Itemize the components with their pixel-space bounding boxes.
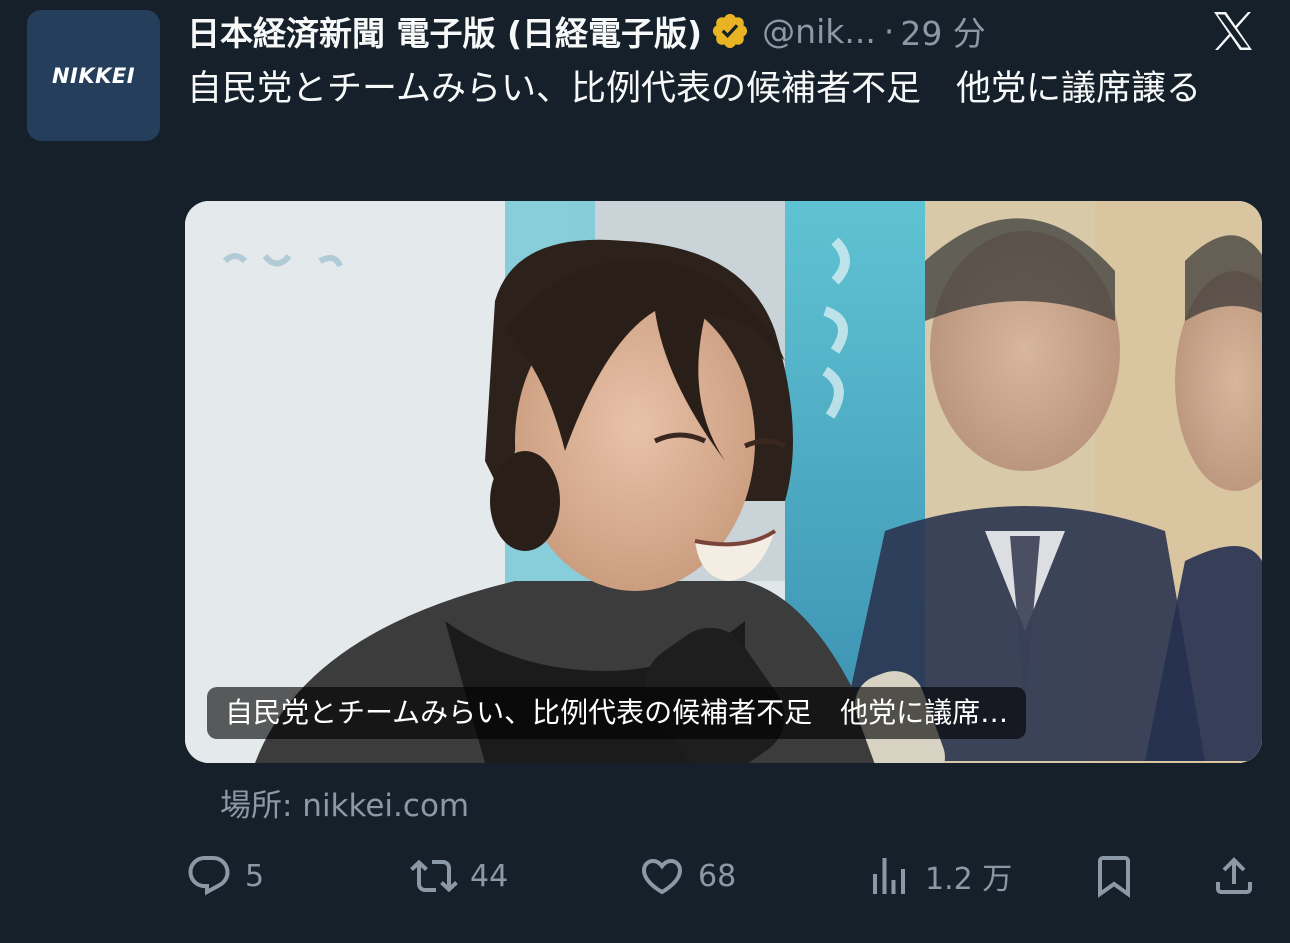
tweet-text: 自民党とチームみらい、比例代表の候補者不足 他党に議席譲る: [187, 69, 1201, 109]
views-button[interactable]: 1.2 万: [865, 848, 1012, 904]
article-photo: [185, 201, 1262, 763]
avatar-logo-text: NIKKEI: [51, 63, 136, 88]
x-logo-icon: [1214, 12, 1252, 50]
like-icon: [641, 859, 683, 895]
share-icon: [1216, 857, 1252, 894]
like-count: 68: [698, 858, 737, 894]
share-button[interactable]: [1210, 848, 1258, 904]
views-count: 1.2 万: [925, 862, 1013, 897]
bookmark-button[interactable]: [1090, 848, 1138, 904]
repost-count: 44: [470, 858, 509, 894]
card-caption: 自民党とチームみらい、比例代表の候補者不足 他党に議席…: [207, 687, 1027, 739]
separator-dot: ·: [883, 11, 895, 51]
action-bar: 5 44 68 1.2 万: [185, 848, 1265, 904]
repost-icon: [410, 859, 458, 893]
handle[interactable]: @nik...: [762, 12, 876, 51]
repost-button[interactable]: 44: [410, 848, 508, 904]
link-card[interactable]: 自民党とチームみらい、比例代表の候補者不足 他党に議席…: [185, 201, 1262, 763]
tweet[interactable]: NIKKEI 日本経済新聞 電子版 (日経電子版) @nik... · 29 分…: [0, 0, 1290, 943]
avatar[interactable]: NIKKEI: [27, 10, 160, 141]
like-button[interactable]: 68: [638, 848, 736, 904]
verified-badge-icon[interactable]: [710, 11, 750, 51]
bookmark-icon: [1098, 856, 1130, 898]
reply-icon: [188, 856, 230, 896]
card-source[interactable]: 場所: nikkei.com: [220, 780, 469, 825]
tweet-header: 日本経済新聞 電子版 (日経電子版) @nik... · 29 分: [187, 6, 986, 56]
reply-button[interactable]: 5: [185, 848, 264, 904]
reply-count: 5: [245, 858, 265, 894]
timestamp[interactable]: 29 分: [900, 7, 985, 55]
views-icon: [873, 858, 905, 894]
display-name[interactable]: 日本経済新聞 電子版 (日経電子版): [187, 7, 702, 55]
